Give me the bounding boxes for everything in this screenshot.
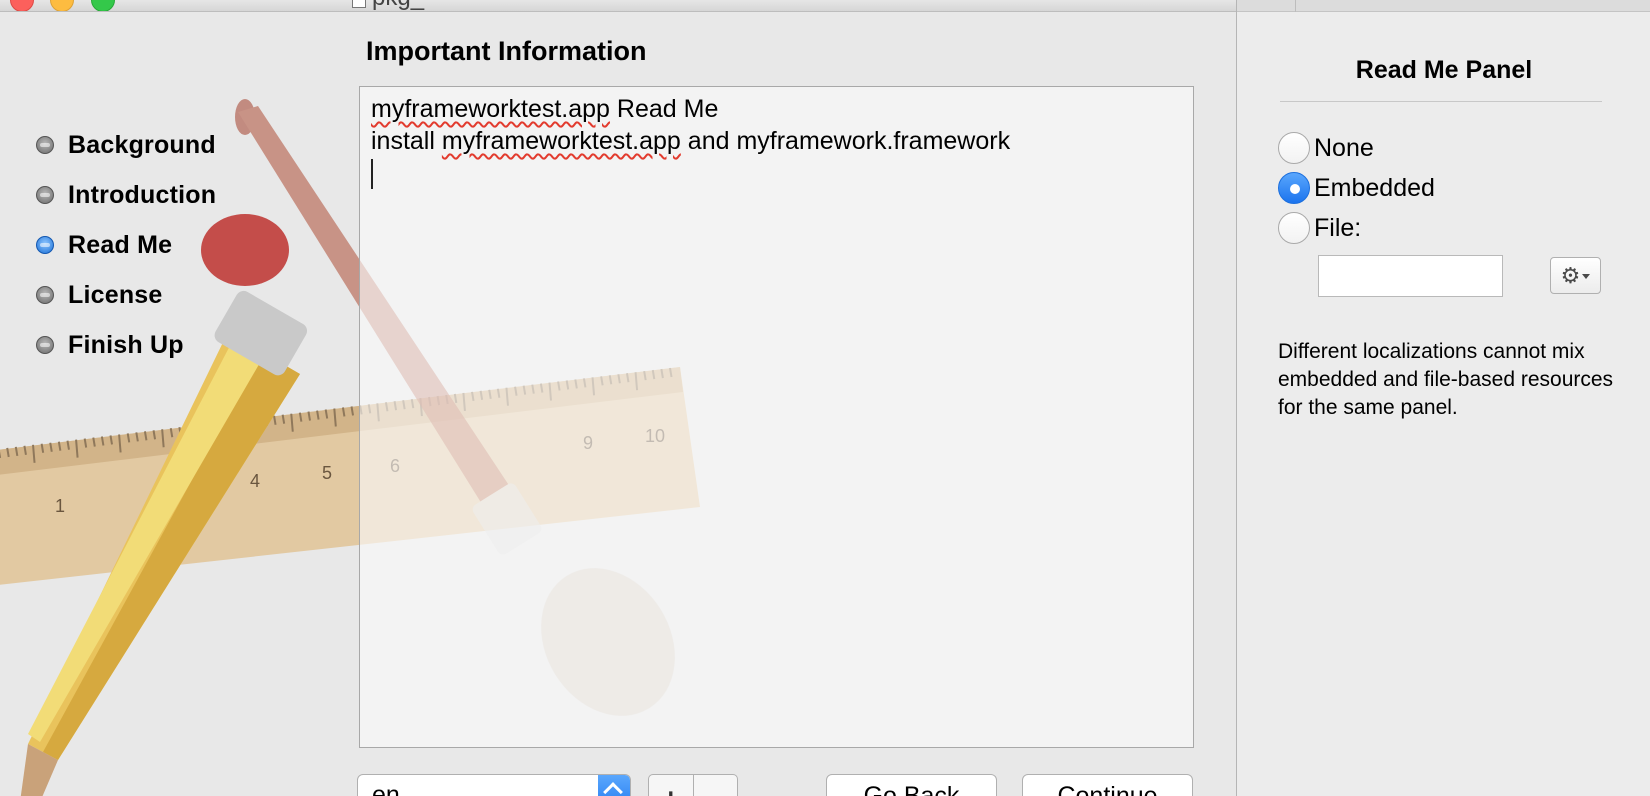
inspector-tab-bar xyxy=(1237,0,1650,12)
misspelled-word: myframeworktest.app xyxy=(371,95,610,123)
language-value: en xyxy=(372,781,400,796)
installer-steps: Background Introduction Read Me License … xyxy=(36,120,216,370)
svg-text:5: 5 xyxy=(322,463,332,483)
step-indicator-icon xyxy=(36,186,54,204)
readme-line-1: myframeworktest.app Read Me xyxy=(371,93,1182,125)
localization-note: Different localizations cannot mix embed… xyxy=(1278,340,1614,419)
readme-text: and myframework.framework xyxy=(680,127,1011,155)
radio-label: None xyxy=(1314,133,1374,162)
remove-localization-button[interactable]: − xyxy=(694,775,738,796)
step-label: Introduction xyxy=(68,180,217,209)
step-label: License xyxy=(68,280,163,309)
radio-embedded[interactable] xyxy=(1278,172,1310,204)
divider xyxy=(1280,101,1602,102)
step-finish-up: Finish Up xyxy=(36,320,216,370)
file-path-field[interactable] xyxy=(1318,255,1503,297)
step-indicator-icon xyxy=(36,286,54,304)
radio-file[interactable] xyxy=(1278,212,1310,244)
zoom-window-button[interactable] xyxy=(91,0,115,11)
panel-title: Read Me Panel xyxy=(1355,56,1533,84)
content-title: Important Information xyxy=(366,36,647,66)
step-indicator-active-icon xyxy=(36,236,54,254)
step-indicator-icon xyxy=(36,136,54,154)
go-back-button[interactable]: Go Back xyxy=(826,774,997,796)
radio-none[interactable] xyxy=(1278,132,1310,164)
readme-text: Read Me xyxy=(609,95,719,123)
text-caret xyxy=(371,159,373,189)
option-file[interactable]: File: xyxy=(1278,212,1361,244)
gear-icon: ⚙ xyxy=(1560,262,1581,288)
option-none[interactable]: None xyxy=(1278,132,1374,164)
svg-text:4: 4 xyxy=(250,471,260,491)
svg-text:1: 1 xyxy=(55,496,65,516)
step-label: Finish Up xyxy=(68,330,184,359)
misspelled-word: myframeworktest.app xyxy=(441,127,681,155)
document-proxy-icon[interactable] xyxy=(352,0,366,8)
minimize-window-button[interactable] xyxy=(50,0,74,11)
installer-main-pane: 1 4 5 6 9 10 Background Int xyxy=(0,12,1236,796)
step-license: License xyxy=(36,270,216,320)
radio-label: File: xyxy=(1314,213,1362,242)
chevron-down-icon xyxy=(1582,274,1591,279)
option-embedded[interactable]: Embedded xyxy=(1278,172,1435,204)
step-background: Background xyxy=(36,120,216,170)
continue-button[interactable]: Continue xyxy=(1022,774,1193,796)
step-label: Read Me xyxy=(68,230,173,259)
radio-label: Embedded xyxy=(1314,173,1435,202)
window-title: pkg_ xyxy=(372,0,424,11)
step-indicator-icon xyxy=(36,336,54,354)
step-read-me: Read Me xyxy=(36,220,216,270)
file-action-button[interactable]: ⚙ xyxy=(1550,257,1601,294)
close-window-button[interactable] xyxy=(10,0,34,11)
chevron-up-down-icon xyxy=(598,775,630,796)
language-popup[interactable]: en xyxy=(357,774,631,796)
step-label: Background xyxy=(68,130,216,159)
add-localization-button[interactable]: + xyxy=(649,775,694,796)
readme-text: install xyxy=(371,127,442,155)
step-introduction: Introduction xyxy=(36,170,216,220)
localization-add-remove: + − xyxy=(648,774,738,796)
window-title-bar: pkg_ xyxy=(0,0,1236,12)
inspector-panel: Read Me Panel None Embedded File: ⚙ Diff… xyxy=(1236,0,1650,796)
readme-text-editor[interactable]: myframeworktest.app Read Me install myfr… xyxy=(359,86,1194,748)
readme-line-2: install myframeworktest.app and myframew… xyxy=(371,125,1182,157)
